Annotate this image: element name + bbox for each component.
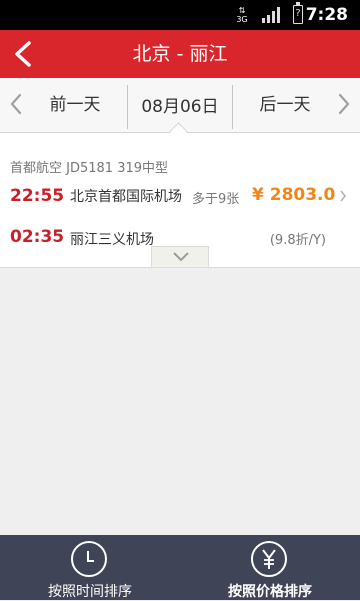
- chevron-right-icon[interactable]: [336, 92, 352, 116]
- clock-icon: [71, 541, 107, 577]
- battery-icon: ?: [293, 2, 303, 24]
- airline-info: 首都航空 JD5181 319中型: [10, 161, 169, 176]
- sort-bar: 按照时间排序 按照价格排序: [0, 535, 360, 600]
- prev-day-button[interactable]: 前一天: [30, 78, 120, 132]
- sort-by-time-button[interactable]: 按照时间排序: [0, 535, 180, 600]
- seat-availability: 多于9张: [192, 192, 240, 207]
- sort-by-time-label: 按照时间排序: [48, 584, 132, 600]
- current-date[interactable]: 08月06日: [127, 85, 233, 129]
- clock: 7:28: [305, 5, 348, 25]
- network-3g-icon: ⇅ 3G: [236, 6, 248, 24]
- sort-by-price-label: 按照价格排序: [228, 584, 312, 600]
- page-title: 北京 - 丽江: [132, 43, 228, 65]
- yen-icon: [251, 541, 287, 577]
- back-arrow-icon: [15, 41, 31, 67]
- expand-button[interactable]: [151, 246, 209, 267]
- chevron-left-icon[interactable]: [8, 92, 24, 116]
- chevron-down-icon: [173, 252, 189, 262]
- status-bar: ⇅ 3G ? 7:28: [0, 0, 360, 30]
- departure-time: 22:55: [10, 186, 65, 206]
- arrival-airport: 丽江三义机场: [70, 232, 154, 248]
- departure-airport: 北京首都国际机场: [70, 189, 182, 205]
- signal-icon: [262, 7, 280, 23]
- fare-discount: (9.8折/Y): [269, 233, 326, 248]
- arrival-time: 02:35: [10, 227, 65, 247]
- back-button[interactable]: [0, 30, 48, 78]
- flight-price: ¥ 2803.0: [252, 185, 336, 205]
- app-header: 北京 - 丽江: [0, 30, 360, 78]
- sort-by-price-button[interactable]: 按照价格排序: [180, 535, 360, 600]
- next-day-button[interactable]: 后一天: [240, 78, 330, 132]
- chevron-right-icon: [340, 190, 346, 202]
